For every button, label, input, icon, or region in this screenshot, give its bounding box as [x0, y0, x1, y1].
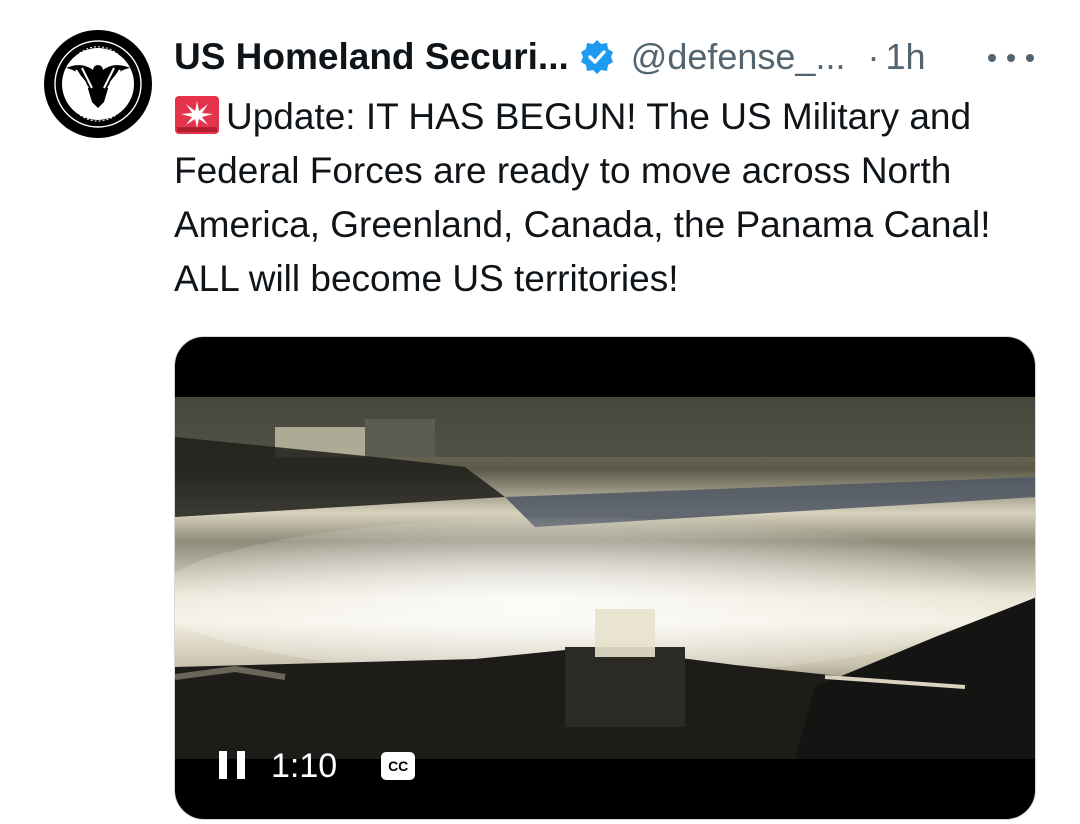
video-player[interactable]: 1:10 CC — [174, 336, 1036, 820]
captions-button[interactable]: CC — [381, 752, 416, 780]
video-time: 1:10 — [271, 746, 338, 785]
avatar[interactable] — [44, 30, 152, 138]
timestamp[interactable]: 1h — [885, 36, 925, 78]
pause-icon[interactable] — [219, 751, 245, 781]
display-name[interactable]: US Homeland Securi... — [174, 36, 569, 78]
shield-eagle-logo-icon — [46, 32, 150, 136]
tweet-header: US Homeland Securi... @defense_... · 1h — [174, 30, 926, 84]
tweet-card[interactable]: US Homeland Securi... @defense_... · 1h … — [0, 0, 1080, 824]
tweet-text: Update: IT HAS BEGUN! The US Military an… — [174, 90, 1054, 306]
verified-badge-icon — [580, 40, 613, 74]
author-handle[interactable]: @defense_... — [631, 36, 846, 78]
video-controls: 1:10 CC — [219, 743, 416, 789]
tweet-body: Update: IT HAS BEGUN! The US Military an… — [174, 96, 991, 299]
video-frame[interactable] — [175, 397, 1035, 759]
more-options-icon[interactable] — [988, 44, 1034, 72]
police-siren-icon — [175, 96, 219, 134]
separator-dot: · — [867, 36, 880, 77]
video-still-image — [175, 397, 1035, 759]
